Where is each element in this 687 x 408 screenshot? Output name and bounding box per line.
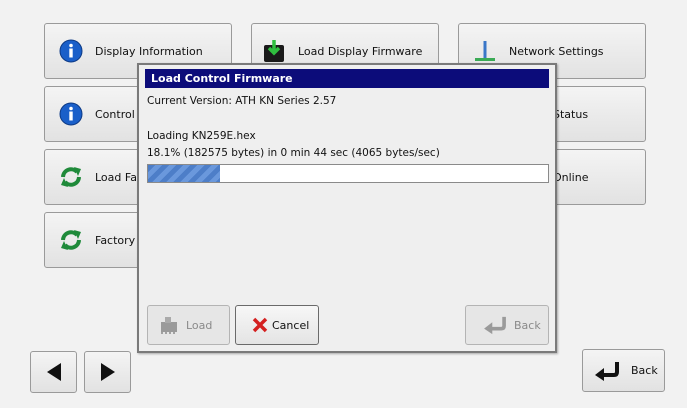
dialog-title: Load Control Firmware	[145, 69, 549, 88]
info-icon	[59, 39, 83, 63]
progress-fill	[148, 165, 221, 182]
network-settings-label: Network Settings	[509, 44, 604, 58]
load-display-firmware-label: Load Display Firmware	[298, 44, 423, 58]
cancel-x-icon	[252, 317, 268, 333]
firmware-download-icon	[264, 40, 284, 62]
back-button[interactable]: Back	[582, 349, 665, 392]
arrow-right-icon	[100, 363, 115, 381]
dialog-back-button[interactable]: Back	[465, 305, 549, 345]
back-arrow-icon	[484, 316, 506, 335]
current-version-text: Current Version: ATH KN Series 2.57	[147, 95, 337, 107]
arrow-left-icon	[46, 363, 61, 381]
load-factory-label: Load Fac	[95, 170, 143, 184]
info-icon	[59, 102, 83, 126]
display-information-label: Display Information	[95, 44, 203, 58]
refresh-icon	[61, 167, 81, 187]
network-icon	[475, 41, 495, 61]
online-label: Online	[553, 170, 589, 184]
load-control-firmware-dialog: Load Control Firmware Current Version: A…	[137, 63, 557, 353]
previous-page-button[interactable]	[30, 351, 77, 393]
back-arrow-icon	[595, 361, 619, 381]
status-label: Status	[553, 107, 589, 121]
dialog-back-label: Back	[514, 318, 541, 332]
back-label: Back	[631, 364, 658, 377]
refresh-icon	[61, 230, 81, 250]
progress-bar	[147, 164, 549, 183]
load-button[interactable]: Load	[147, 305, 230, 345]
cancel-label: Cancel	[272, 318, 310, 332]
progress-text: 18.1% (182575 bytes) in 0 min 44 sec (40…	[147, 147, 440, 159]
next-page-button[interactable]	[84, 351, 131, 393]
cancel-button[interactable]: Cancel	[235, 305, 319, 345]
loading-file-text: Loading KN259E.hex	[147, 130, 256, 142]
load-label: Load	[186, 318, 213, 332]
chip-icon	[161, 317, 177, 334]
